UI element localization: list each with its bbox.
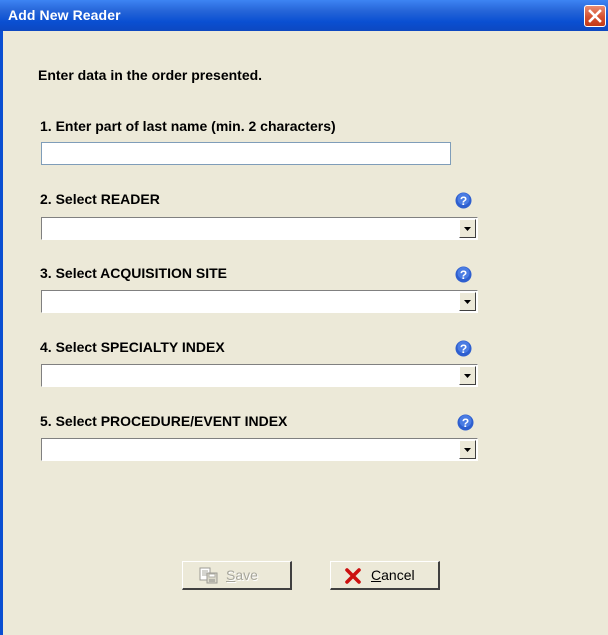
svg-text:?: ? (460, 268, 467, 282)
acquisition-site-dropdown[interactable] (41, 290, 478, 313)
svg-text:?: ? (460, 194, 467, 208)
help-icon[interactable]: ? (455, 266, 472, 283)
svg-text:?: ? (460, 342, 467, 356)
dialog-body: Enter data in the order presented. 1. En… (0, 31, 608, 635)
dialog-title: Add New Reader (8, 7, 121, 23)
save-button-label: Save (226, 567, 258, 583)
window-frame-left (0, 31, 3, 635)
last-name-label: 1. Enter part of last name (min. 2 chara… (40, 118, 336, 134)
reader-label: 2. Select READER (40, 191, 160, 207)
acquisition-site-label: 3. Select ACQUISITION SITE (40, 265, 227, 281)
title-bar[interactable]: Add New Reader (0, 0, 608, 31)
last-name-input[interactable] (41, 142, 451, 165)
procedure-event-index-label: 5. Select PROCEDURE/EVENT INDEX (40, 413, 288, 429)
acquisition-site-dropdown-button[interactable] (459, 292, 476, 311)
chevron-down-icon (464, 448, 471, 452)
save-icon (199, 567, 218, 584)
chevron-down-icon (464, 300, 471, 304)
save-button[interactable]: Save (182, 561, 292, 590)
procedure-event-index-dropdown[interactable] (41, 438, 478, 461)
specialty-index-dropdown[interactable] (41, 364, 478, 387)
close-icon (588, 9, 602, 23)
add-new-reader-dialog: Add New Reader Enter data in the order p… (0, 0, 608, 635)
procedure-event-index-dropdown-button[interactable] (459, 440, 476, 459)
specialty-index-label: 4. Select SPECIALTY INDEX (40, 339, 225, 355)
chevron-down-icon (464, 374, 471, 378)
close-button[interactable] (584, 5, 606, 27)
cancel-button-label: Cancel (371, 567, 415, 583)
reader-dropdown[interactable] (41, 217, 478, 240)
svg-text:?: ? (462, 416, 469, 430)
chevron-down-icon (464, 227, 471, 231)
help-icon[interactable]: ? (455, 192, 472, 209)
help-icon[interactable]: ? (455, 340, 472, 357)
instruction-text: Enter data in the order presented. (38, 67, 263, 83)
reader-dropdown-button[interactable] (459, 219, 476, 238)
help-icon[interactable]: ? (457, 414, 474, 431)
specialty-index-dropdown-button[interactable] (459, 366, 476, 385)
red-x-icon (345, 568, 361, 584)
cancel-button[interactable]: Cancel (330, 561, 440, 590)
